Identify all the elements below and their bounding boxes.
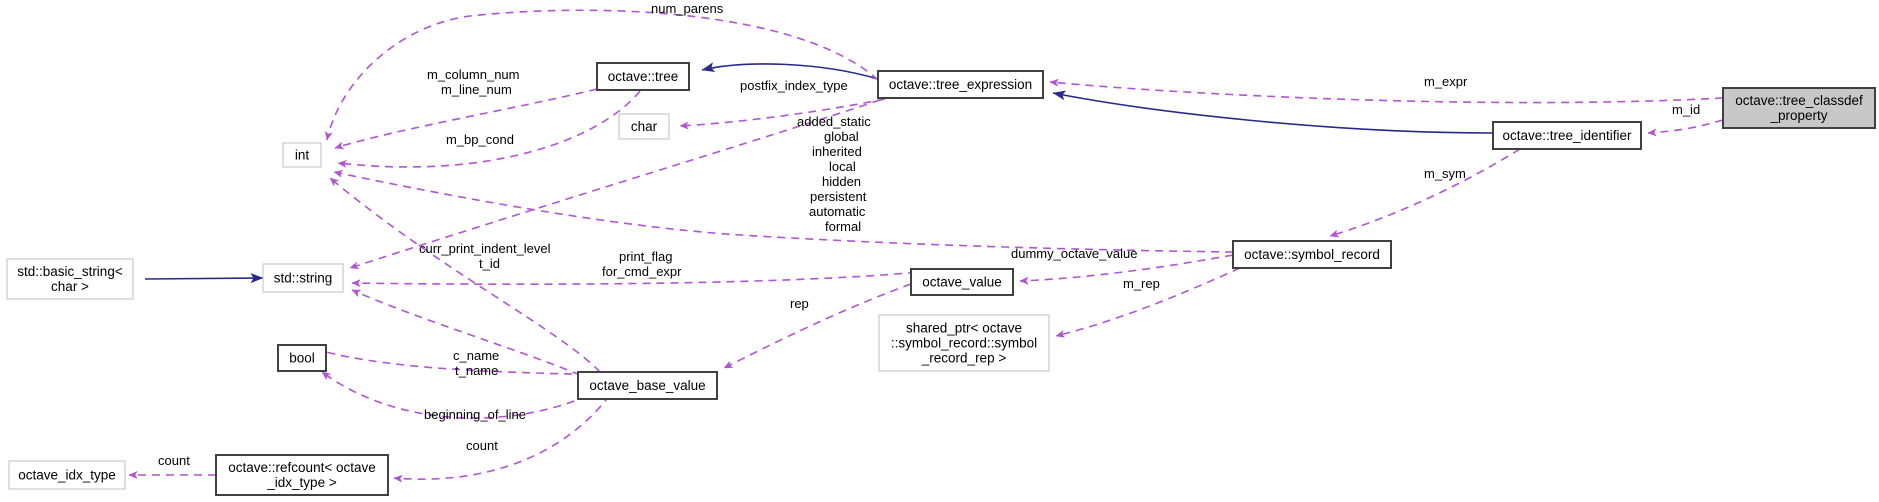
node-label: octave_value (922, 275, 1002, 290)
edge-basic-string-std-string (144, 273, 264, 284)
node-label: octave_idx_type (18, 468, 116, 483)
node-octave_base_value[interactable]: octave_base_value (577, 371, 718, 400)
edge-label-print_flag: print_flag (619, 249, 672, 264)
edge-label-m_column_num: m_column_num (427, 67, 520, 82)
node-label: std::basic_string< (17, 264, 123, 279)
edge-label-t_name: t_name (455, 363, 498, 378)
node-char[interactable]: char (618, 113, 670, 140)
edge-label-c_name: c_name (453, 348, 499, 363)
edge-label-global: global (824, 129, 859, 144)
node-label: ::symbol_record::symbol (891, 336, 1037, 351)
node-label: bool (289, 351, 315, 366)
edge-label-added_static: added_static (797, 114, 871, 129)
edge-label-beginning_of_line: beginning_of_line (424, 407, 526, 422)
collaboration-diagram: std::basic_string< char > std::string intbo… (0, 0, 1879, 502)
edge-label-m_rep: m_rep (1123, 276, 1160, 291)
node-label: shared_ptr< octave (906, 321, 1022, 336)
edge-curr-print-indent-level (329, 177, 601, 373)
node-label: _property (1769, 108, 1827, 123)
edge-label-automatic: automatic (809, 204, 866, 219)
edge-label-t_id: t_id (479, 256, 500, 271)
edge-label-postfix_index_type: postfix_index_type (740, 78, 848, 93)
node-octave_tree[interactable]: octave::tree (596, 62, 690, 91)
edge-label-inherited: inherited (812, 144, 862, 159)
edge-tree-tree-expression (701, 62, 879, 80)
diagram-edges: std::basic_string<char > std::string intbo… (6, 1, 1876, 496)
edge-m-sym (1329, 148, 1521, 238)
edge-label-dummy_octave_value: dummy_octave_value (1011, 246, 1137, 261)
edge-m-bp-cond (337, 90, 641, 168)
node-refcount[interactable]: octave::refcount< octave_idx_type > (215, 454, 389, 496)
node-label: octave::tree_classdef (1735, 93, 1863, 108)
node-label: std::string (274, 271, 333, 286)
edge-label-local: local (829, 159, 856, 174)
edge-label-formal: formal (825, 219, 861, 234)
edge-m-expr (1049, 78, 1724, 104)
node-label: int (295, 148, 310, 163)
node-bool[interactable]: bool (277, 344, 327, 372)
edge-symbol-record-flags-int (333, 169, 1234, 253)
edge-label-m_line_num: m_line_num (441, 82, 512, 97)
node-label: octave::tree_identifier (1502, 128, 1632, 143)
edge-label-m_id: m_id (1672, 102, 1700, 117)
node-tree_identifier[interactable]: octave::tree_identifier (1492, 121, 1642, 150)
node-label: octave::tree_expression (889, 77, 1032, 92)
edge-label-m_bp_cond: m_bp_cond (446, 132, 514, 147)
node-symbol_record[interactable]: octave::symbol_record (1232, 240, 1392, 269)
node-label: _record_rep > (921, 351, 1007, 366)
node-label: octave_base_value (589, 378, 705, 393)
edge-label-hidden: hidden (822, 174, 861, 189)
edge-label-curr_print_indent_level: curr_print_indent_level (419, 241, 551, 256)
edge-label-count_bool: count (466, 438, 498, 453)
node-tree_expression[interactable]: octave::tree_expression (877, 70, 1044, 99)
edge-label-m_sym: m_sym (1424, 166, 1466, 181)
node-basic_string[interactable]: std::basic_string<char > (6, 258, 134, 300)
node-label: _idx_type > (266, 475, 337, 490)
edge-m-id (1647, 119, 1724, 137)
node-label: octave::tree (608, 69, 679, 84)
node-label: octave::symbol_record (1244, 247, 1380, 262)
diagram-nodes: std::basic_string<char > std::string intbo… (6, 62, 1876, 496)
edge-label-persistent: persistent (810, 189, 867, 204)
edge-label-num_parens: num_parens (651, 1, 724, 16)
node-classdef_property[interactable]: octave::tree_classdef_property (1722, 87, 1876, 129)
edge-label-for_cmd_expr: for_cmd_expr (602, 264, 682, 279)
node-std_string[interactable]: std::string (262, 263, 344, 293)
edge-label-rep: rep (790, 296, 809, 311)
edge-tree-expression-tree-identifier (1052, 90, 1494, 134)
node-shared_ptr[interactable]: shared_ptr< octave::symbol_record::symbo… (878, 314, 1050, 372)
node-label: char (631, 119, 658, 134)
node-octave_value[interactable]: octave_value (910, 268, 1014, 296)
node-octave_idx_type[interactable]: octave_idx_type (8, 460, 126, 490)
node-label: octave::refcount< octave (228, 460, 375, 475)
node-int[interactable]: int (282, 142, 322, 168)
edge-label-m_expr: m_expr (1424, 74, 1468, 89)
edge-label-count_idx: count (158, 453, 190, 468)
node-label: char > (51, 279, 89, 294)
